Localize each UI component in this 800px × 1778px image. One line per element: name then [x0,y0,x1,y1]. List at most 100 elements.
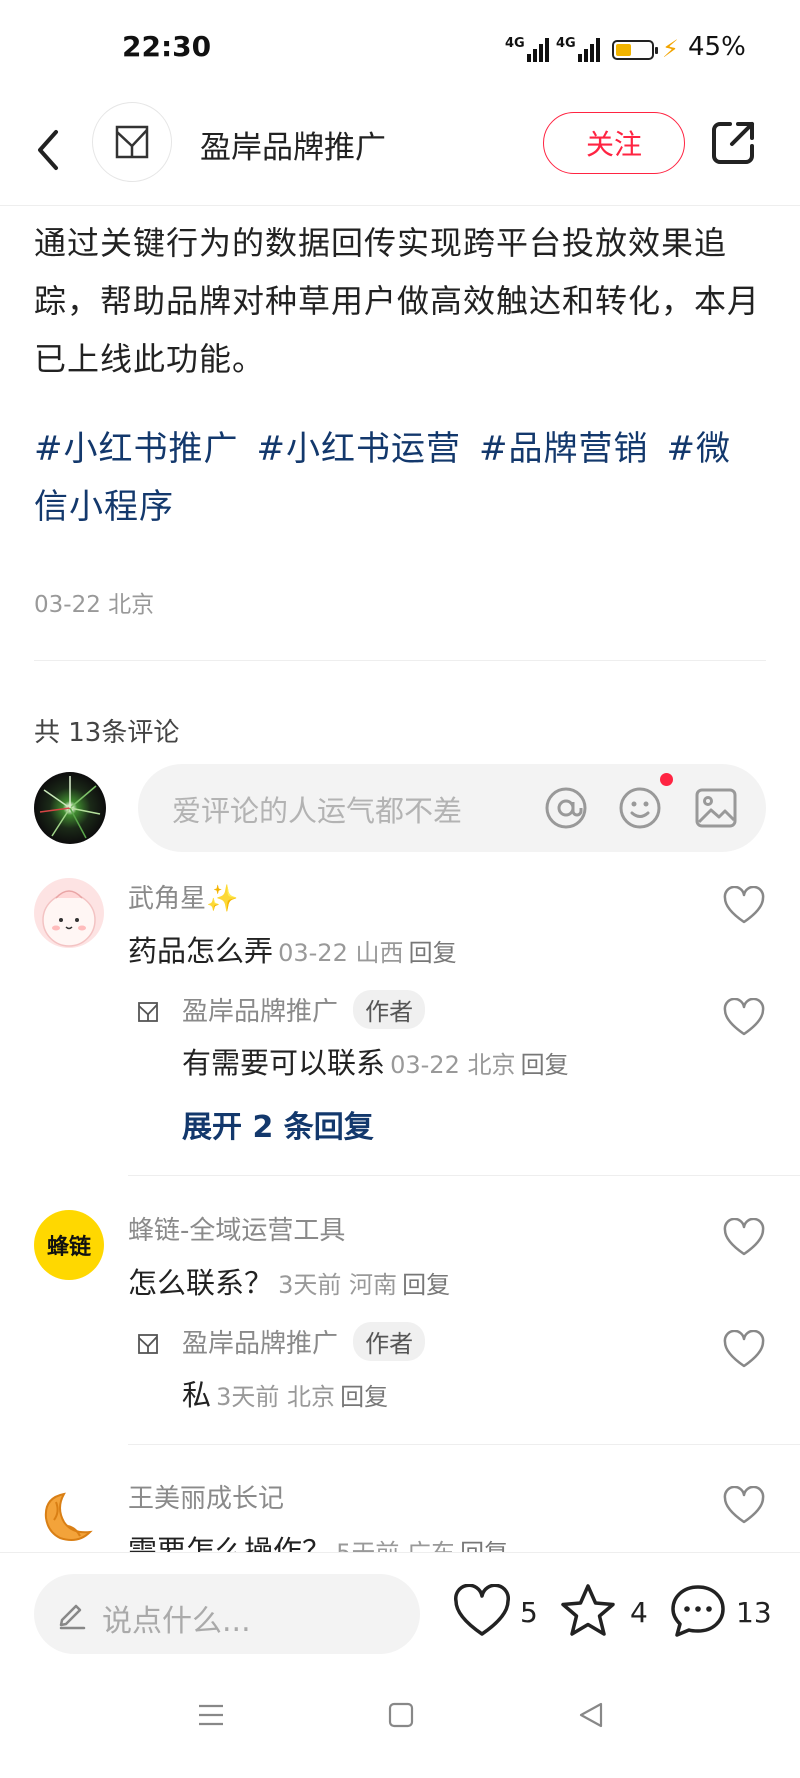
brand-logo-icon [138,1002,158,1022]
reply-text: 私 [182,1378,212,1412]
comment-input-placeholder: 爱评论的人运气都不差 [172,794,463,828]
commenter-name[interactable]: 王美丽成长记 [128,1478,284,1515]
post-tags: #小红书推广 #小红书运营 #品牌营销 #微信小程序 [34,420,764,536]
menu-icon [199,1704,223,1726]
reply-author-avatar[interactable] [136,1332,160,1356]
post-meta: 03-22 北京 [34,592,155,618]
comment-3-clip: 王美丽成长记 需要怎么操作？ 5天前 广东 回复 [0,1450,800,1552]
system-nav-bar [0,1672,800,1778]
battery-percent: 45% [688,32,746,62]
square-icon [388,1702,414,1728]
reply-author-name[interactable]: 盈岸品牌推广 [182,997,338,1027]
my-avatar[interactable] [34,772,106,844]
emoji-button[interactable] [616,784,664,832]
chat-bubble-icon [671,1585,725,1637]
share-button[interactable] [710,118,758,166]
back-nav-button[interactable] [576,1700,606,1730]
commenter-avatar[interactable] [34,1478,104,1548]
expand-replies-link[interactable]: 展开 2 条回复 [182,1102,374,1146]
battery-icon [612,40,658,60]
status-time: 22:30 [122,30,212,63]
smile-icon [619,787,661,829]
say-something-placeholder: 说点什么... [102,1604,251,1639]
comment-post-button[interactable] [668,1582,728,1640]
pencil-icon [56,1598,88,1630]
reply-button[interactable]: 回复 [409,939,457,967]
like-post-button[interactable] [452,1583,512,1640]
follow-button[interactable]: 关注 [543,112,685,174]
author-badge: 作者 [353,990,426,1029]
brand-logo-icon [138,1334,158,1354]
collect-count: 4 [630,1596,648,1629]
commenter-name[interactable]: 武角星✨ [128,878,238,915]
like-reply-button[interactable] [722,1329,766,1370]
reply-body: 私 3天前 北京 回复 [182,1372,388,1414]
new-badge-dot [660,773,673,786]
comment-text: 需要怎么操作？ [128,1534,332,1552]
comment-meta: 5天前 广东 [336,1539,455,1552]
collect-post-button[interactable] [558,1582,618,1640]
brand-avatar[interactable] [92,102,172,182]
commenter-name[interactable]: 蜂链-全域运营工具 [128,1210,345,1247]
signal-2-label: 4G [556,36,576,51]
like-reply-button[interactable] [722,997,766,1038]
battery-fill [616,44,631,56]
divider [34,660,766,661]
mention-button[interactable] [542,784,590,832]
divider [128,1444,800,1445]
comment-body: 怎么联系？ 3天前 河南 回复 [128,1260,450,1302]
reply-button[interactable]: 回复 [521,1051,569,1079]
signal-bars-icon [578,36,600,62]
firework-image-icon [39,776,101,839]
comment-text: 怎么联系？ [128,1266,274,1300]
reply-header: 盈岸品牌推广 作者 [182,990,426,1029]
brand-logo-icon [115,125,149,159]
comment-body: 需要怎么操作？ 5天前 广东 回复 [128,1528,508,1552]
tag-link[interactable]: #小红书推广 [34,429,239,469]
comment-meta: 03-22 山西 [278,939,404,967]
charging-bolt-icon: ⚡ [662,35,679,63]
signal-bars-icon [527,36,549,62]
heart-icon [723,997,765,1036]
tag-link[interactable]: #品牌营销 [479,429,649,469]
commenter-avatar[interactable]: 蜂链 [34,1210,104,1280]
comment-meta: 3天前 河南 [278,1271,398,1299]
reply-button[interactable]: 回复 [402,1271,450,1299]
brand-name[interactable]: 盈岸品牌推广 [200,122,386,167]
status-bar: 22:30 4G 4G ⚡ 45% [0,0,800,100]
heart-icon [723,1485,765,1524]
image-button[interactable] [692,784,740,832]
back-button[interactable] [30,120,70,180]
reply-body: 有需要可以联系 03-22 北京 回复 [182,1040,569,1082]
heart-icon [454,1583,510,1636]
reply-author-avatar[interactable] [136,1000,160,1024]
like-count: 5 [520,1596,538,1629]
like-comment-button[interactable] [722,1485,766,1526]
share-icon [712,122,754,164]
heart-icon [723,1329,765,1368]
reply-meta: 03-22 北京 [390,1051,516,1079]
croissant-icon [44,1492,93,1541]
home-nav-button[interactable] [386,1700,416,1730]
at-icon [545,787,587,829]
comment-count: 共 13条评论 [34,718,180,748]
like-comment-button[interactable] [722,1217,766,1258]
reply-text: 有需要可以联系 [182,1046,386,1080]
reply-button[interactable]: 回复 [460,1539,508,1552]
menu-nav-button[interactable] [196,1700,226,1730]
image-icon [695,788,737,828]
reply-button[interactable]: 回复 [340,1383,388,1411]
heart-icon [723,885,765,924]
comment-count-bottom: 13 [736,1596,772,1629]
signal-1-label: 4G [505,36,525,51]
star-icon [561,1584,615,1636]
comment-body: 药品怎么弄 03-22 山西 回复 [128,928,457,970]
reply-author-name[interactable]: 盈岸品牌推广 [182,1329,338,1359]
post-content: 通过关键行为的数据回传实现跨平台投放效果追踪，帮助品牌对种草用户做高效触达和转化… [34,224,761,378]
commenter-avatar[interactable] [34,878,104,948]
divider [128,1175,800,1176]
heart-icon [723,1217,765,1256]
tag-link[interactable]: #小红书运营 [257,429,462,469]
chevron-left-icon [38,130,58,170]
like-comment-button[interactable] [722,885,766,926]
